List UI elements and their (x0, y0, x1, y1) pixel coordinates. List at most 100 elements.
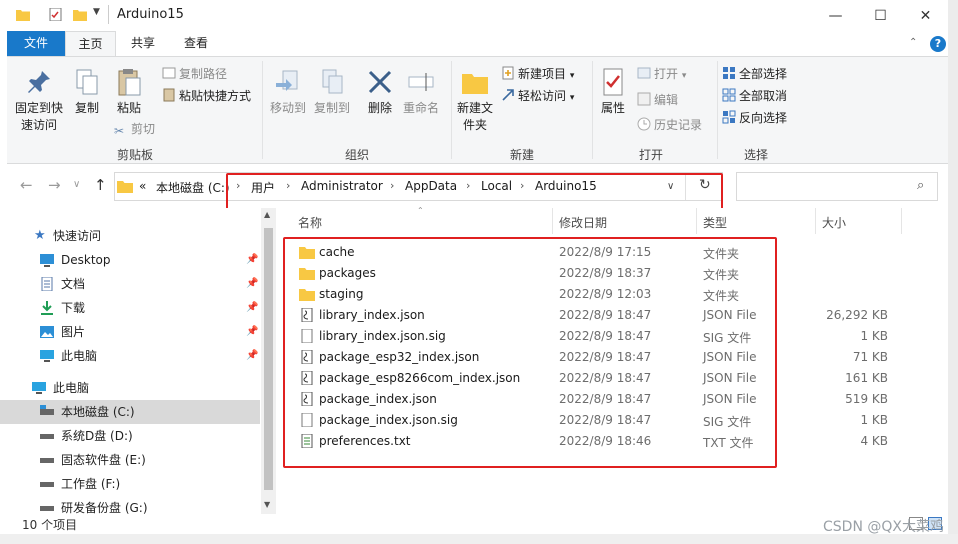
scroll-down-icon[interactable]: ▼ (264, 500, 270, 509)
column-divider[interactable] (552, 208, 553, 234)
pin-icon[interactable]: 📌 (246, 248, 258, 272)
close-button[interactable]: ✕ (903, 0, 948, 31)
history-label: 历史记录 (654, 118, 703, 132)
column-divider[interactable] (815, 208, 816, 234)
rename-button[interactable]: 重命名 (401, 67, 441, 117)
pin-icon[interactable]: 📌 (246, 344, 258, 368)
file-size: 519 KB (845, 392, 888, 406)
paste-button[interactable]: 粘贴 (111, 67, 147, 117)
back-arrow-icon[interactable]: ← (20, 176, 33, 194)
help-icon[interactable]: ? (930, 36, 946, 52)
minimize-button[interactable]: — (813, 0, 858, 31)
open-button[interactable]: 打开 ▾ (637, 66, 686, 84)
column-header-size[interactable]: 大小 (822, 214, 846, 231)
tab-view[interactable]: 查看 (170, 31, 222, 56)
group-label-organize: 组织 (344, 148, 369, 162)
pin-icon (28, 71, 50, 93)
column-header-name[interactable]: 名称 (298, 214, 322, 231)
nav-scrollbar[interactable]: ▲ ▼ (261, 208, 276, 514)
maximize-button[interactable]: ☐ (858, 0, 903, 31)
pin-icon[interactable]: 📌 (246, 272, 258, 296)
folder-icon (117, 181, 133, 193)
copy-path-button[interactable]: 复制路径 (162, 66, 227, 82)
dropdown-arrow-icon: ▾ (569, 71, 575, 81)
pin-quick-access-button[interactable]: 固定到快速访问 (13, 67, 65, 134)
navigation-pane: ★ 快速访问 Desktop 📌 文档 📌 下载 📌 图片 📌 此电脑 📌 此电… (0, 208, 276, 514)
window-title: Arduino15 (117, 7, 184, 22)
search-input[interactable]: ⌕ (736, 172, 938, 201)
file-list: ⌃ 名称 修改日期 类型 大小 cache 2022/8/9 17:15 文件夹… (276, 206, 948, 514)
paste-label: 粘贴 (116, 101, 141, 115)
select-all-button[interactable]: 全部选择 (722, 66, 787, 82)
background-window-edge (0, 534, 958, 544)
nav-item-label: 此电脑 (53, 381, 90, 395)
paste-shortcut-button[interactable]: 粘贴快捷方式 (162, 88, 251, 104)
nav-item-d-drive[interactable]: 系统D盘 (D:) (0, 424, 260, 448)
up-arrow-icon[interactable]: ↑ (94, 176, 107, 194)
edit-icon (637, 92, 651, 106)
new-item-button[interactable]: 新建项目 ▾ (501, 66, 574, 84)
properties-button[interactable]: 属性 (597, 67, 629, 117)
address-row: ← → ∨ ↑ « 本地磁盘 (C:) › 用户 › Administrator… (0, 164, 948, 210)
nav-item-e-drive[interactable]: 固态软件盘 (E:) (0, 448, 260, 472)
cut-button[interactable]: ✂ 剪切 (114, 121, 156, 138)
new-folder-button[interactable]: 新建文件夹 (455, 67, 495, 134)
customize-quick-access-icon[interactable]: ▼ (93, 7, 100, 17)
nav-item-label: 研发备份盘 (G:) (61, 501, 148, 514)
nav-item-pictures[interactable]: 图片 📌 (0, 320, 260, 344)
breadcrumb-c-drive[interactable]: 本地磁盘 (C:) (156, 179, 230, 196)
sort-ascending-icon: ⌃ (417, 206, 424, 215)
nav-item-label: 本地磁盘 (C:) (61, 405, 135, 419)
copy-to-button[interactable]: 复制到 (310, 67, 354, 117)
column-header-type[interactable]: 类型 (703, 214, 727, 231)
delete-button[interactable]: 删除 (362, 67, 398, 117)
file-size: 4 KB (860, 434, 888, 448)
search-icon[interactable]: ⌕ (917, 178, 924, 193)
address-bar[interactable]: « 本地磁盘 (C:) › 用户 › Administrator › AppDa… (114, 172, 723, 210)
tab-home[interactable]: 主页 (65, 31, 116, 56)
tab-share[interactable]: 共享 (118, 31, 168, 56)
file-size: 71 KB (852, 350, 888, 364)
title-bar: ▼ Arduino15 — ☐ ✕ (0, 0, 948, 31)
recent-locations-icon[interactable]: ∨ (73, 179, 80, 190)
watermark: CSDN @QX大菜鸡 (823, 519, 944, 535)
download-icon (41, 301, 53, 315)
copy-button[interactable]: 复制 (69, 67, 105, 117)
folder-icon (16, 10, 30, 21)
star-icon: ★ (34, 228, 46, 243)
properties-checkmark-icon[interactable] (49, 8, 63, 21)
nav-item-f-drive[interactable]: 工作盘 (F:) (0, 472, 260, 496)
collapse-ribbon-icon[interactable]: ⌃ (909, 37, 917, 48)
cut-label: 剪切 (131, 122, 156, 136)
column-divider[interactable] (901, 208, 902, 234)
group-label-select: 选择 (743, 148, 768, 162)
nav-item-downloads[interactable]: 下载 📌 (0, 296, 260, 320)
invert-selection-button[interactable]: 反向选择 (722, 110, 787, 126)
delete-label: 删除 (367, 101, 392, 115)
forward-arrow-icon[interactable]: → (48, 176, 61, 194)
select-none-button[interactable]: 全部取消 (722, 88, 787, 104)
nav-item-this-pc[interactable]: 此电脑 (0, 376, 260, 400)
nav-scrollbar-thumb[interactable] (264, 228, 273, 490)
nav-item-c-drive[interactable]: 本地磁盘 (C:) (0, 400, 260, 424)
tab-file[interactable]: 文件 (7, 31, 65, 56)
history-button[interactable]: 历史记录 (637, 117, 702, 133)
easy-access-button[interactable]: 轻松访问 ▾ (501, 88, 574, 106)
computer-icon (40, 350, 54, 362)
nav-item-documents[interactable]: 文档 📌 (0, 272, 260, 296)
scroll-up-icon[interactable]: ▲ (264, 210, 270, 219)
column-divider[interactable] (696, 208, 697, 234)
nav-item-this-pc-pinned[interactable]: 此电脑 📌 (0, 344, 260, 368)
nav-item-desktop[interactable]: Desktop 📌 (0, 248, 260, 272)
breadcrumb-overflow[interactable]: « (139, 179, 146, 193)
pin-icon[interactable]: 📌 (246, 320, 258, 344)
edit-button[interactable]: 编辑 (637, 92, 678, 108)
group-label-open: 打开 (638, 148, 663, 162)
group-separator (592, 61, 593, 159)
column-header-date[interactable]: 修改日期 (559, 214, 607, 231)
nav-item-quick-access[interactable]: ★ 快速访问 (0, 224, 260, 248)
pin-icon[interactable]: 📌 (246, 296, 258, 320)
nav-item-g-drive[interactable]: 研发备份盘 (G:) (0, 496, 260, 514)
new-folder-quick-icon[interactable] (73, 8, 87, 21)
move-to-button[interactable]: 移动到 (268, 67, 308, 117)
